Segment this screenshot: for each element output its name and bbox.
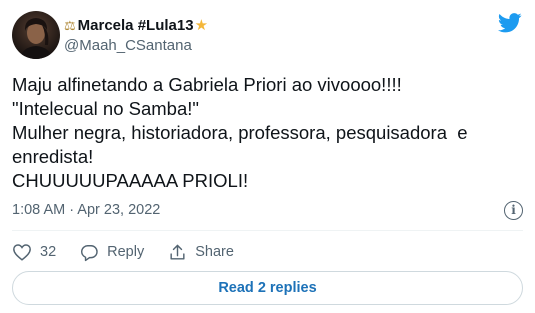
divider bbox=[12, 230, 523, 231]
tweet-timestamp[interactable]: 1:08 AM · Apr 23, 2022 bbox=[12, 202, 160, 218]
info-icon[interactable]: i bbox=[504, 201, 523, 220]
tweet-text: Maju alfinetando a Gabriela Priori ao vi… bbox=[12, 74, 468, 191]
author-handle[interactable]: @Maah_CSantana bbox=[64, 37, 192, 54]
scale-icon: ⚖ bbox=[64, 17, 76, 33]
action-bar: 32 Reply Share bbox=[12, 240, 258, 264]
share-icon bbox=[170, 244, 185, 260]
author-display-name[interactable]: Marcela #Lula13 bbox=[78, 17, 194, 34]
twitter-bird-icon[interactable] bbox=[498, 13, 522, 33]
share-button[interactable]: Share bbox=[168, 243, 234, 262]
tweet-card: ⚖ Marcela #Lula13 ★ @Maah_CSantana Maju … bbox=[0, 0, 535, 313]
read-replies-button[interactable]: Read 2 replies bbox=[12, 271, 523, 305]
star-icon: ★ bbox=[194, 16, 209, 34]
like-count: 32 bbox=[40, 244, 57, 260]
avatar-photo-icon bbox=[20, 18, 52, 59]
reply-label: Reply bbox=[107, 244, 145, 260]
heart-icon bbox=[13, 244, 31, 261]
comment-icon bbox=[81, 244, 98, 261]
reply-button[interactable]: Reply bbox=[80, 243, 144, 262]
author-name-row[interactable]: ⚖ Marcela #Lula13 ★ bbox=[64, 15, 208, 35]
avatar[interactable] bbox=[12, 11, 60, 59]
like-button[interactable]: 32 bbox=[12, 243, 56, 261]
share-label: Share bbox=[195, 244, 234, 260]
